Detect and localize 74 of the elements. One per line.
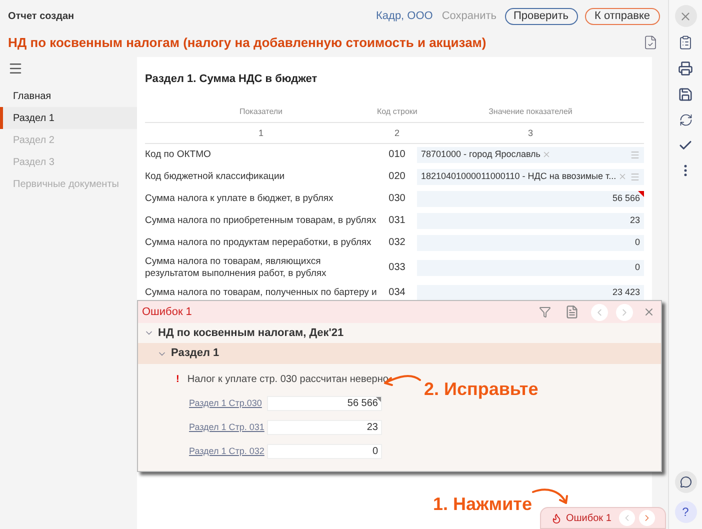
print-icon[interactable] (678, 61, 693, 76)
errors-tab[interactable]: Ошибок 1 (540, 507, 666, 529)
row-label: Сумма налога к уплате в бюджет, в рублях (145, 192, 334, 204)
flame-icon (551, 512, 562, 524)
arrow-drawing (532, 488, 570, 506)
number-field[interactable]: 23 (417, 212, 644, 228)
clear-icon[interactable] (618, 172, 628, 181)
report-icon[interactable] (643, 35, 658, 50)
list-icon[interactable] (630, 150, 640, 160)
section-title: Раздел 1. Сумма НДС в бюджет (145, 72, 318, 87)
hint-text: 1. Нажмите (433, 493, 532, 516)
value-field[interactable]: 23 (267, 420, 382, 435)
row-code: 010 (388, 148, 406, 162)
number-field[interactable]: 0 (417, 260, 644, 276)
close-icon[interactable] (643, 306, 655, 318)
close-button[interactable] (674, 5, 696, 27)
sidebar-item[interactable]: Раздел 1 (0, 107, 137, 129)
chat-icon (680, 476, 692, 488)
filter-icon[interactable] (539, 306, 551, 318)
error-link[interactable]: Раздел 1 Стр. 032 (189, 444, 267, 458)
send-button[interactable]: К отправке (584, 8, 660, 25)
hint-text: 2. Исправьте (424, 378, 538, 401)
column-header: Код строки (377, 106, 417, 118)
column-header: Значение показателей (488, 106, 574, 118)
clear-icon[interactable] (542, 150, 552, 159)
row-label: Сумма налога по приобретенным товарам, в рублях (145, 214, 377, 226)
section-group-row[interactable]: Раздел 1 (138, 343, 661, 364)
error-mark-icon: ! (176, 372, 180, 387)
errors-title: Ошибок 1 (142, 304, 192, 320)
check-button[interactable]: Проверить (504, 8, 578, 25)
next-button[interactable] (639, 510, 656, 526)
row-label: Сумма налога по товарам, полученных по бартеру и (145, 286, 377, 298)
column-number: 2 (393, 126, 400, 138)
column-number: 3 (526, 126, 534, 138)
row-label: Код бюджетной классификации (145, 170, 286, 182)
number-field[interactable]: 23 423 (417, 284, 644, 300)
section-group-label: Раздел 1 (171, 346, 220, 362)
row-label: Сумма налога по товарам, являющихся результатом выполнения работ, в рублях (145, 256, 328, 280)
row-code: 034 (388, 286, 406, 300)
help-button[interactable]: ? (674, 501, 696, 523)
row-code: 033 (388, 261, 406, 275)
value-field[interactable]: 0 (267, 444, 382, 459)
corner-mark (376, 397, 381, 402)
report-group-row[interactable]: НД по косвенным налогам, Дек'21 (138, 323, 661, 343)
column-number: 1 (257, 126, 264, 138)
refresh-icon[interactable] (678, 113, 692, 127)
clipboard-icon[interactable] (678, 35, 693, 50)
report-group-label: НД по косвенным налогам, Дек'21 (158, 326, 344, 341)
organization-link[interactable]: Кадр, ООО (376, 8, 433, 25)
chat-button[interactable] (674, 471, 696, 493)
select-field[interactable]: 78701000 - город Ярославль (417, 146, 644, 162)
error-corner-mark (638, 190, 644, 196)
sidebar-item[interactable]: Главная (0, 85, 137, 107)
value-field[interactable]: 56 566 (267, 396, 382, 411)
close-icon (679, 10, 692, 22)
select-field[interactable]: 18210401000011000110 - НДС на ввозимые т... (417, 168, 644, 184)
number-field[interactable]: 56 566 (417, 190, 644, 206)
row-code: 031 (388, 214, 406, 228)
list-icon[interactable] (630, 172, 640, 182)
number-field[interactable]: 0 (417, 234, 644, 250)
column-header: Показатели (238, 106, 284, 118)
status-text: Отчет создан (8, 10, 74, 24)
error-message: Налог к уплате стр. 030 рассчитан неверно (187, 373, 388, 387)
row-label: Код по ОКТМО (145, 148, 212, 160)
row-code: 032 (388, 236, 406, 250)
menu-icon[interactable] (8, 61, 23, 76)
error-link[interactable]: Раздел 1 Стр. 031 (189, 420, 267, 434)
report-title: НД по косвенным налогам (налогу на добавленную стоимость и акцизам) (8, 34, 486, 52)
save-icon[interactable] (678, 87, 693, 102)
errors-tab-label: Ошибок 1 (566, 512, 612, 526)
row-code: 020 (388, 170, 406, 184)
row-label: Сумма налога по продуктам переработки, в рублях (145, 236, 372, 248)
row-code: 030 (388, 192, 406, 206)
error-link[interactable]: Раздел 1 Стр.030 (189, 396, 267, 410)
